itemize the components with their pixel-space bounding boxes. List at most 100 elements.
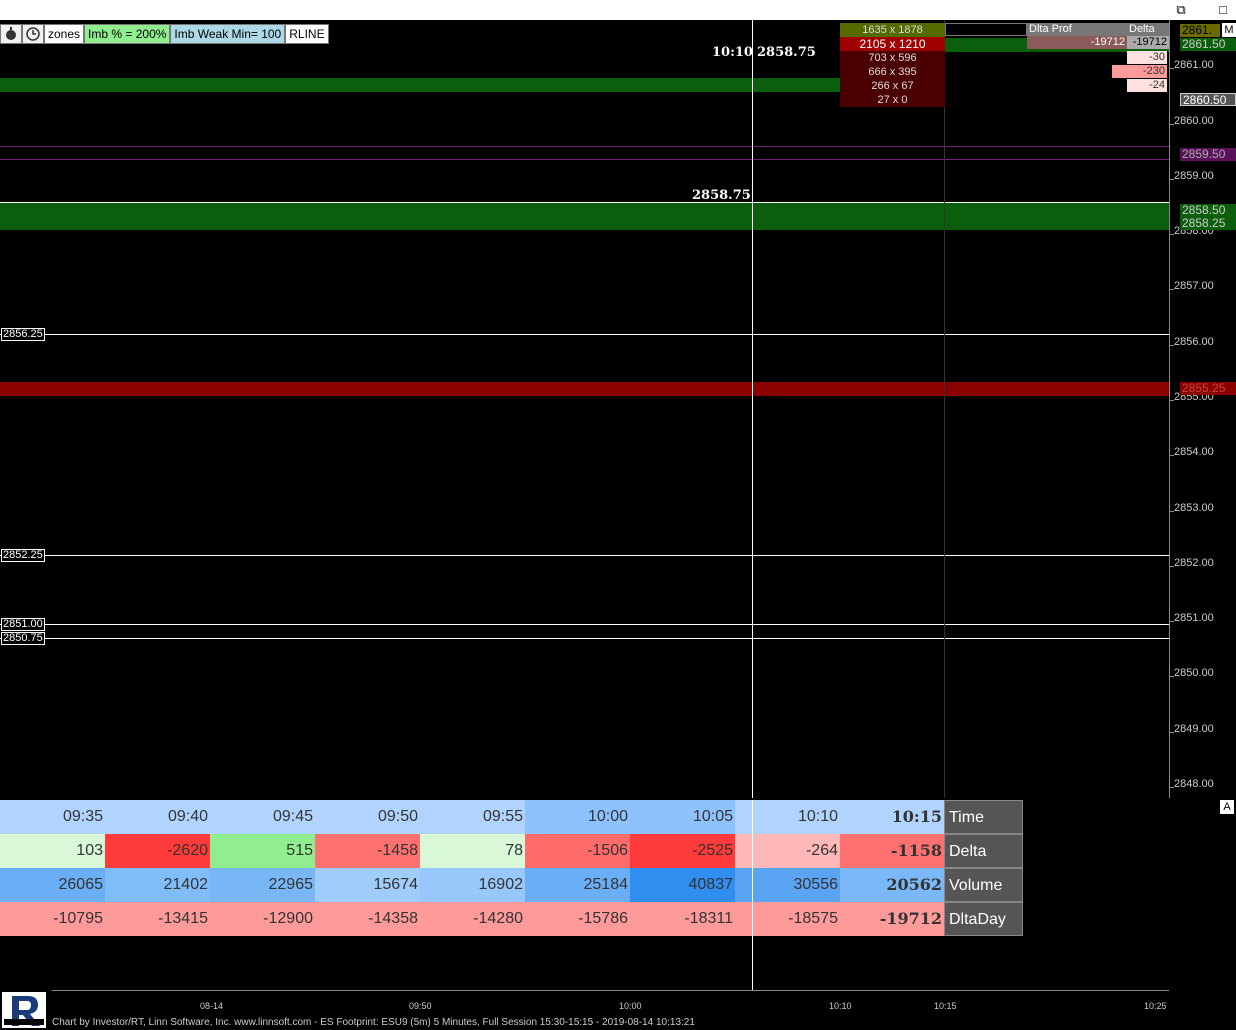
table-cell: 09:55 (420, 800, 525, 834)
current-bar-divider (944, 20, 945, 798)
footprint-cell: 1635 x 1878 (840, 23, 945, 37)
table-cell: 78 (420, 834, 525, 868)
time-axis[interactable]: 08-14 09:50 10:00 10:10 10:15 10:25 (52, 990, 1169, 1016)
y-marker-green: 2858.25 (1180, 217, 1236, 230)
table-cell: -264 (735, 834, 840, 868)
imb-weak-min-button[interactable]: Imb Weak Min= 100 (170, 24, 286, 44)
supply-demand-zone-red (0, 382, 1169, 396)
table-cell: -2620 (105, 834, 210, 868)
table-row-delta: 103 -2620 515 -1458 78 -1506 -2525 -264 … (0, 834, 1024, 868)
table-cell: -14358 (315, 902, 420, 936)
x-tick: 09:50 (409, 1001, 432, 1011)
delta-row: -24 (1127, 79, 1167, 92)
delta-profile-header: Dlta Prof (1027, 23, 1127, 36)
x-tick: 10:00 (619, 1001, 642, 1011)
table-cell: -1158 (840, 834, 944, 868)
rline-level (0, 334, 1169, 335)
table-cell: 25184 (525, 868, 630, 902)
row-label: Time (944, 800, 1023, 834)
table-cell: 515 (210, 834, 315, 868)
price-chart-area[interactable]: 2856.25 2852.25 2851.00 2850.75 10:10 28… (0, 20, 1169, 798)
y-tick: 2857.00 (1170, 280, 1214, 292)
rline-level (0, 638, 1169, 639)
clock-icon[interactable] (22, 24, 44, 44)
delta-row: -30 (1127, 51, 1167, 64)
m-button[interactable]: M (1222, 23, 1236, 37)
footprint-cell: 2105 x 1210 (840, 37, 945, 51)
price-axis[interactable]: 2861.00 2860.00 2859.00 2858.00 2857.00 … (1169, 20, 1236, 798)
table-cell: 16902 (420, 868, 525, 902)
crosshair-price-label-left: 2858.75 (692, 188, 751, 203)
table-row-time: 09:35 09:40 09:45 09:50 09:55 10:00 10:0… (0, 800, 1024, 834)
y-tick: 2854.00 (1170, 446, 1214, 458)
table-cell: -1506 (525, 834, 630, 868)
restore-window-icon[interactable]: ⧉ (1173, 2, 1189, 18)
table-cell: 09:40 (105, 800, 210, 834)
x-tick: 08-14 (200, 1001, 224, 1011)
supply-demand-zone-green (0, 78, 840, 92)
price-label: 2852.25 (1, 549, 45, 562)
table-cell: 15674 (315, 868, 420, 902)
delta-row: -230 (1112, 65, 1167, 78)
stopwatch-icon[interactable] (0, 24, 22, 44)
price-label: 2856.25 (1, 328, 45, 341)
chart-toolbar: zones Imb % = 200% Imb Weak Min= 100 RLI… (0, 24, 329, 44)
table-cell: 09:45 (210, 800, 315, 834)
crosshair-vertical-line-lower (752, 800, 753, 990)
price-label: 2850.75 (1, 632, 45, 645)
table-cell: 10:05 (630, 800, 735, 834)
table-row-volume: 26065 21402 22965 15674 16902 25184 4083… (0, 868, 1024, 902)
investor-rt-logo (2, 992, 46, 1028)
y-tick: 2859.00 (1170, 170, 1214, 182)
table-cell: 10:00 (525, 800, 630, 834)
footprint-empty-cell (945, 23, 1027, 36)
table-cell: -13415 (105, 902, 210, 936)
table-cell: -1458 (315, 834, 420, 868)
table-cell: 09:35 (0, 800, 105, 834)
table-cell: 10:15 (840, 800, 944, 834)
bar-stats-table: 09:35 09:40 09:45 09:50 09:55 10:00 10:0… (0, 800, 1024, 936)
y-tick: 2856.00 (1170, 336, 1214, 348)
imb-percent-button[interactable]: Imb % = 200% (84, 24, 171, 44)
rline-button[interactable]: RLINE (285, 24, 329, 44)
y-tick: 2853.00 (1170, 502, 1214, 514)
x-tick: 10:15 (934, 1001, 957, 1011)
table-row-dltaday: -10795 -13415 -12900 -14358 -14280 -1578… (0, 902, 1024, 936)
table-cell: -15786 (525, 902, 630, 936)
table-cell: -18575 (735, 902, 840, 936)
table-cell: 22965 (210, 868, 315, 902)
table-cell: -19712 (840, 902, 944, 936)
crosshair-time-label: 10:10 (712, 45, 753, 60)
table-cell: 10:10 (735, 800, 840, 834)
row-label: Delta (944, 834, 1023, 868)
y-tick: 2861.00 (1170, 59, 1214, 71)
rline-level (0, 555, 1169, 556)
y-tick: 2850.00 (1170, 667, 1214, 679)
table-cell: -2525 (630, 834, 735, 868)
zones-button[interactable]: zones (44, 24, 85, 44)
crosshair-horizontal-line (0, 202, 1169, 203)
purple-level-line (0, 146, 1169, 147)
chart-footer-caption: Chart by Investor/RT, Linn Software, Inc… (52, 1017, 695, 1028)
price-label: 2851.00 (1, 618, 45, 631)
x-tick: 10:10 (829, 1001, 852, 1011)
footprint-cell: 27 x 0 (840, 93, 945, 107)
row-label: DltaDay (944, 902, 1023, 936)
y-marker-purple: 2859.50 (1180, 148, 1236, 161)
footprint-cell: 266 x 67 (840, 79, 945, 93)
maximize-window-icon[interactable]: □ (1215, 2, 1231, 18)
table-cell: 26065 (0, 868, 105, 902)
table-cell: 20562 (840, 868, 944, 902)
table-cell: 09:50 (315, 800, 420, 834)
table-cell: 30556 (735, 868, 840, 902)
window-title-bar (0, 0, 1236, 20)
y-marker-last-price: 2860.50 (1180, 93, 1236, 107)
y-tick: 2852.00 (1170, 557, 1214, 569)
crosshair-price-label: 2858.75 (757, 45, 816, 60)
table-cell: 21402 (105, 868, 210, 902)
table-cell: -12900 (210, 902, 315, 936)
a-button[interactable]: A (1220, 800, 1234, 814)
y-tick: 2849.00 (1170, 723, 1214, 735)
footprint-cell: 666 x 395 (840, 65, 945, 79)
table-cell: 103 (0, 834, 105, 868)
